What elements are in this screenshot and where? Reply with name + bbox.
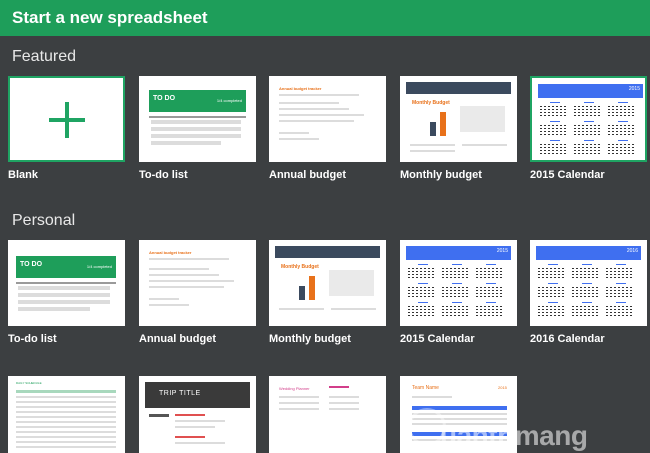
todo-thumb-sub: 1/4 completed (216, 98, 242, 103)
template-thumbnail[interactable]: DAILY SCHEDULE (8, 376, 125, 453)
template-todo-list[interactable]: TO DO 1/4 completed To-do list (8, 240, 125, 345)
todo-thumb-header: TO DO 1/4 completed (16, 256, 116, 278)
template-thumbnail[interactable]: Monthly Budget (269, 240, 386, 326)
annual-thumb-title: Annual budget tracker (149, 250, 192, 255)
template-thumbnail[interactable]: 2015 (400, 240, 517, 326)
page-title: Start a new spreadsheet (12, 8, 208, 27)
template-label: Annual budget (269, 169, 346, 181)
template-thumbnail[interactable]: TRIP TITLE (139, 376, 256, 453)
monthly-thumb-title: Monthly Budget (281, 264, 319, 270)
calendar-thumb-header: 2015 (406, 246, 511, 260)
calendar-thumb-header: 2015 (538, 84, 643, 98)
template-travel-planner[interactable]: TRIP TITLE (139, 376, 256, 453)
template-monthly-budget[interactable]: Monthly Budget Monthly budget (269, 240, 386, 345)
monthly-thumb-title: Monthly Budget (412, 100, 450, 106)
todo-thumb-title: TO DO (20, 261, 43, 268)
template-thumbnail[interactable]: 2015 (530, 76, 647, 162)
template-thumbnail[interactable]: Wedding Planner (269, 376, 386, 453)
template-label: 2016 Calendar (530, 333, 605, 345)
wedding-thumb-title: Wedding Planner (279, 386, 310, 391)
team-thumb-year: 2015 (498, 385, 507, 390)
template-thumbnail[interactable]: TO DO 1/4 completed (8, 240, 125, 326)
calendar-thumb-header: 2016 (536, 246, 641, 260)
calendar-thumb-grid (540, 102, 640, 158)
template-label: Annual budget (139, 333, 216, 345)
team-thumb-title: Team Name (412, 385, 439, 391)
template-2016-calendar[interactable]: 2016 2016 Calendar (530, 240, 647, 345)
template-2015-calendar[interactable]: 2015 2015 Calendar (400, 240, 517, 345)
template-thumbnail[interactable]: Annual budget tracker (139, 240, 256, 326)
template-thumbnail[interactable]: Annual budget tracker (269, 76, 386, 162)
annual-thumb-title: Annual budget tracker (279, 86, 322, 91)
template-wedding-planner[interactable]: Wedding Planner (269, 376, 386, 453)
template-monthly-budget[interactable]: Monthly Budget Monthly budget (400, 76, 517, 181)
calendar-thumb-year: 2016 (626, 248, 638, 254)
template-label: Blank (8, 169, 38, 181)
calendar-thumb-year: 2015 (628, 86, 640, 92)
app-header: Start a new spreadsheet (0, 0, 650, 36)
template-label: 2015 Calendar (400, 333, 475, 345)
template-annual-budget[interactable]: Annual budget tracker Annual budget (139, 240, 256, 345)
watermark-text: uantrimang (440, 420, 588, 451)
template-blank[interactable]: Blank (8, 76, 125, 181)
section-personal-title: Personal (12, 212, 76, 229)
todo-thumb-sub: 1/4 completed (86, 264, 112, 269)
template-label: To-do list (139, 169, 188, 181)
template-label: Monthly budget (269, 333, 351, 345)
template-todo-list[interactable]: TO DO 1/4 completed To-do list (139, 76, 256, 181)
schedule-thumb-title: DAILY SCHEDULE (16, 381, 42, 385)
calendar-thumb-grid (408, 264, 508, 320)
template-thumbnail[interactable] (8, 76, 125, 162)
trip-thumb-title: TRIP TITLE (159, 390, 201, 397)
template-label: Monthly budget (400, 169, 482, 181)
template-2015-calendar[interactable]: 2015 2015 Calendar (530, 76, 647, 181)
template-thumbnail[interactable]: TO DO 1/4 completed (139, 76, 256, 162)
template-daily-schedule[interactable]: DAILY SCHEDULE (8, 376, 125, 453)
template-thumbnail[interactable]: Monthly Budget (400, 76, 517, 162)
template-annual-budget[interactable]: Annual budget tracker Annual budget (269, 76, 386, 181)
calendar-thumb-year: 2015 (496, 248, 508, 254)
template-label: 2015 Calendar (530, 169, 605, 181)
template-thumbnail[interactable]: 2016 (530, 240, 647, 326)
section-featured-title: Featured (12, 48, 77, 65)
plus-icon-bar (49, 118, 85, 122)
todo-thumb-header: TO DO 1/4 completed (149, 90, 246, 112)
calendar-thumb-grid (538, 264, 638, 320)
todo-thumb-title: TO DO (153, 95, 176, 102)
template-label: To-do list (8, 333, 57, 345)
